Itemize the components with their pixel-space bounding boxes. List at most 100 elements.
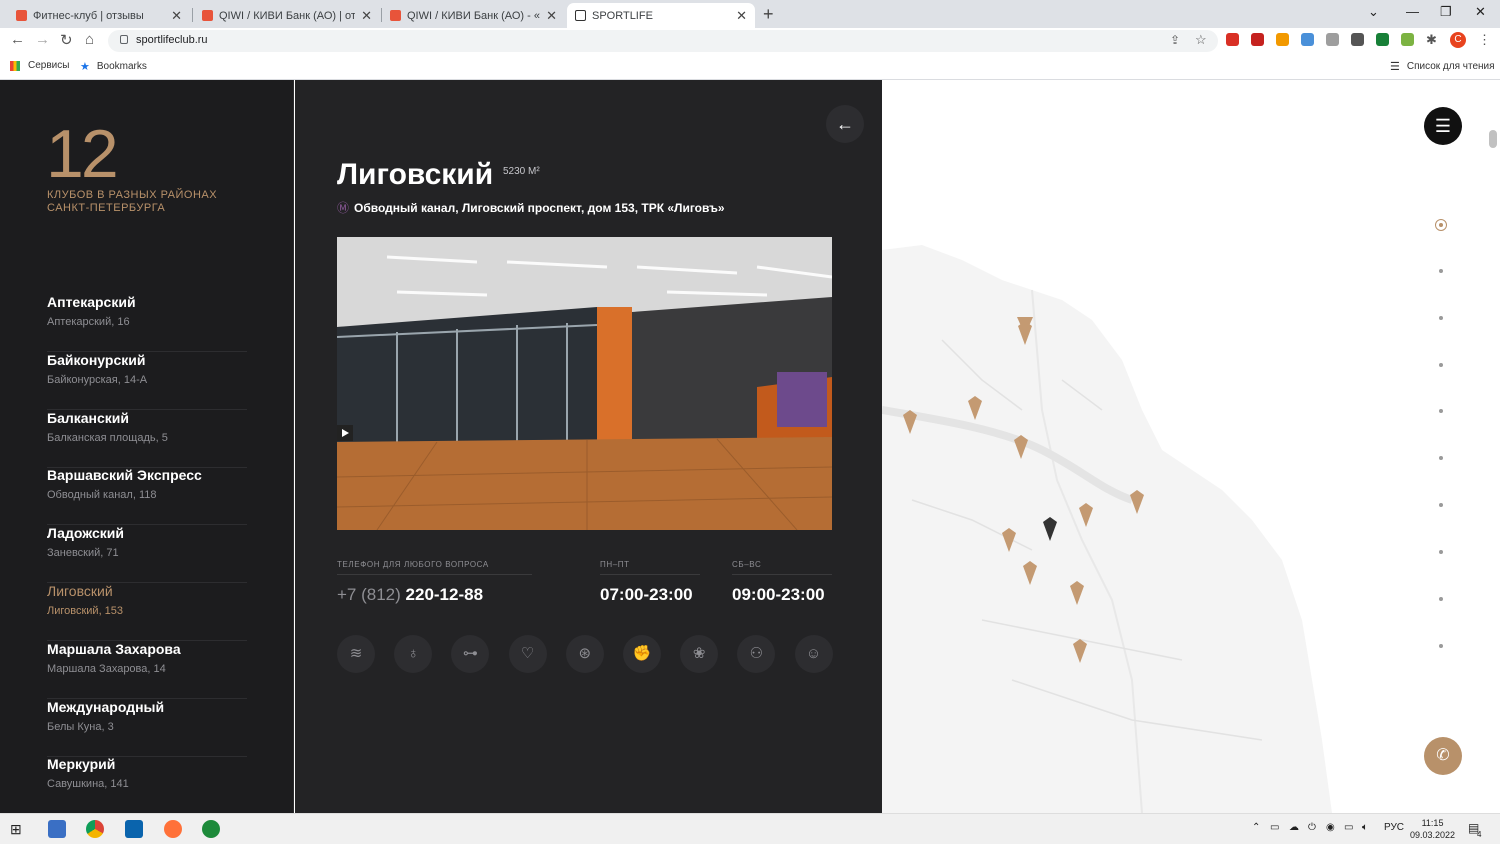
tray-volume-icon[interactable]: 🔈︎	[1362, 822, 1368, 833]
club-list-item[interactable]: Байконурский Байконурская, 14-А	[47, 352, 247, 410]
call-button[interactable]: ✆	[1424, 737, 1462, 775]
more-menu-icon[interactable]: ⋮	[1478, 32, 1491, 48]
section-dot[interactable]	[1439, 597, 1443, 601]
browser-tab[interactable]: QIWI / КИВИ Банк (АО) - «➤Кр ✕	[382, 3, 565, 28]
club-list-item[interactable]: Балканский Балканская площадь, 5	[47, 410, 247, 468]
extension-icon[interactable]	[1276, 33, 1289, 46]
tray-wifi-icon[interactable]: ▭	[1344, 822, 1353, 833]
windows-start-icon[interactable]: ⊞	[10, 820, 28, 838]
tray-chevron-icon[interactable]: ⌃	[1252, 822, 1260, 833]
download-extension-icon[interactable]	[1401, 33, 1414, 46]
apps-grid-icon	[10, 60, 20, 71]
tray-chrome-icon[interactable]: ◉	[1326, 822, 1335, 833]
minimize-icon[interactable]: —	[1406, 4, 1419, 19]
club-list-item[interactable]: Лиговский Лиговский, 153	[47, 583, 247, 641]
section-dot[interactable]	[1439, 550, 1443, 554]
section-dot[interactable]	[1439, 456, 1443, 460]
section-dot[interactable]	[1439, 269, 1443, 273]
share-icon[interactable]: ⇪	[1170, 33, 1180, 47]
clubs-map[interactable]: ☰ ✆	[882, 80, 1500, 813]
back-button[interactable]: ←	[826, 105, 864, 143]
section-dot[interactable]	[1439, 363, 1443, 367]
section-dot-active[interactable]	[1435, 219, 1447, 231]
club-list-item[interactable]: Варшавский Экспресс Обводный канал, 118	[47, 467, 247, 526]
url-input[interactable]: sportlifeclub.ru	[108, 30, 1218, 52]
club-photo[interactable]	[337, 237, 832, 530]
phone-main: 220-12-88	[405, 585, 484, 604]
clock-time: 11:15	[1421, 818, 1444, 828]
tab-search-icon[interactable]: ⌄	[1368, 4, 1379, 20]
tray-power-icon[interactable]: ⏻	[1308, 822, 1316, 833]
reload-icon[interactable]: ↻	[60, 31, 73, 49]
firefox-icon[interactable]	[164, 820, 182, 838]
club-list-item[interactable]: Аптекарский Аптекарский, 16	[47, 294, 247, 352]
section-dot[interactable]	[1439, 503, 1443, 507]
restore-icon[interactable]: ❐	[1440, 4, 1452, 20]
forward-icon[interactable]: →	[35, 31, 50, 48]
kettlebell-icon[interactable]: ♁	[394, 635, 433, 673]
club-name: Аптекарский	[47, 294, 136, 310]
extensions-puzzle-icon[interactable]: ✱	[1426, 32, 1437, 48]
tray-cloud-icon[interactable]: ☁	[1289, 822, 1299, 833]
profile-avatar[interactable]: С	[1450, 32, 1466, 48]
notifications-count: 4	[1477, 830, 1482, 839]
close-tab-icon[interactable]: ✕	[736, 8, 747, 24]
dumbbell-icon[interactable]: ⊶	[451, 635, 490, 673]
club-list-item[interactable]: Международный Белы Куна, 3	[47, 699, 247, 757]
boxing-icon[interactable]: ✊	[623, 635, 661, 673]
tab-title: QIWI / КИВИ Банк (АО) - «➤Кр	[407, 10, 540, 22]
outlook-icon[interactable]	[125, 820, 143, 838]
club-list-item[interactable]: Маршала Захарова Маршала Захарова, 14	[47, 641, 247, 699]
extension-icon[interactable]	[1351, 33, 1364, 46]
close-tab-icon[interactable]: ✕	[361, 8, 372, 24]
browser-tab[interactable]: QIWI / КИВИ Банк (АО) | отзывы ✕	[194, 3, 380, 28]
chrome-icon[interactable]	[86, 820, 104, 838]
group-icon[interactable]: ⚇	[737, 635, 776, 673]
browser-tab[interactable]: Фитнес-клуб | отзывы ✕	[8, 3, 190, 28]
extension-icon[interactable]	[1251, 33, 1264, 46]
section-dot[interactable]	[1439, 316, 1443, 320]
kids-icon[interactable]: ☺	[794, 635, 833, 673]
bookmarks-folder[interactable]: ★ Bookmarks	[80, 60, 147, 73]
club-address: Лиговский, 153	[47, 605, 124, 617]
club-name: Варшавский Экспресс	[47, 467, 202, 484]
reading-list-icon: ☰	[1390, 61, 1400, 73]
extension-icon[interactable]	[1301, 33, 1314, 46]
club-address: Маршала Захарова, 14	[47, 662, 166, 675]
extension-icon[interactable]	[1326, 33, 1339, 46]
new-tab-icon[interactable]: +	[763, 4, 774, 25]
club-address-text: Обводный канал, Лиговский проспект, дом …	[354, 201, 725, 215]
apps-bookmark[interactable]: Сервисы	[10, 60, 69, 71]
extension-icon[interactable]	[1226, 33, 1239, 46]
close-window-icon[interactable]: ✕	[1475, 4, 1486, 20]
save-app-icon[interactable]	[48, 820, 66, 838]
section-dot[interactable]	[1439, 644, 1443, 648]
club-detail-panel: ← Лиговский 5230 М² Ⓜ Обводный канал, Лиг…	[295, 80, 882, 813]
reading-list-button[interactable]: ☰ Список для чтения	[1390, 60, 1495, 73]
back-icon[interactable]: ←	[10, 31, 25, 48]
tab-title: SPORTLIFE	[592, 9, 653, 22]
tray-network-icon[interactable]: ▭	[1270, 822, 1279, 833]
ball-icon[interactable]: ⊛	[565, 635, 604, 673]
tray-clock[interactable]: 11:15 09.03.2022	[1410, 817, 1455, 841]
yoga-icon[interactable]: ❀	[680, 635, 719, 673]
menu-button[interactable]: ☰	[1424, 107, 1462, 145]
browser-tab-active[interactable]: SPORTLIFE ✕	[567, 3, 755, 28]
utorrent-icon[interactable]	[202, 820, 220, 838]
club-address: Балканская площадь, 5	[47, 431, 168, 444]
home-icon[interactable]: ⌂	[85, 31, 94, 48]
close-tab-icon[interactable]: ✕	[171, 8, 182, 24]
club-list-item[interactable]: Меркурий Савушкина, 141	[47, 756, 247, 815]
page-scrollbar[interactable]	[1489, 130, 1497, 148]
phone-number[interactable]: +7 (812) 220-12-88	[337, 585, 483, 605]
tray-language[interactable]: РУС	[1384, 822, 1404, 833]
section-dot[interactable]	[1439, 409, 1443, 413]
download-extension-icon[interactable]	[1376, 33, 1389, 46]
bookmark-star-icon[interactable]: ☆	[1195, 32, 1207, 48]
club-list-item[interactable]: Ладожский Заневский, 71	[47, 525, 247, 584]
reading-list-label: Список для чтения	[1406, 61, 1495, 72]
site-favicon-icon	[575, 10, 586, 21]
close-tab-icon[interactable]: ✕	[546, 8, 557, 24]
cardio-icon[interactable]: ♡	[508, 635, 547, 673]
pool-icon[interactable]: ≋	[337, 635, 375, 673]
